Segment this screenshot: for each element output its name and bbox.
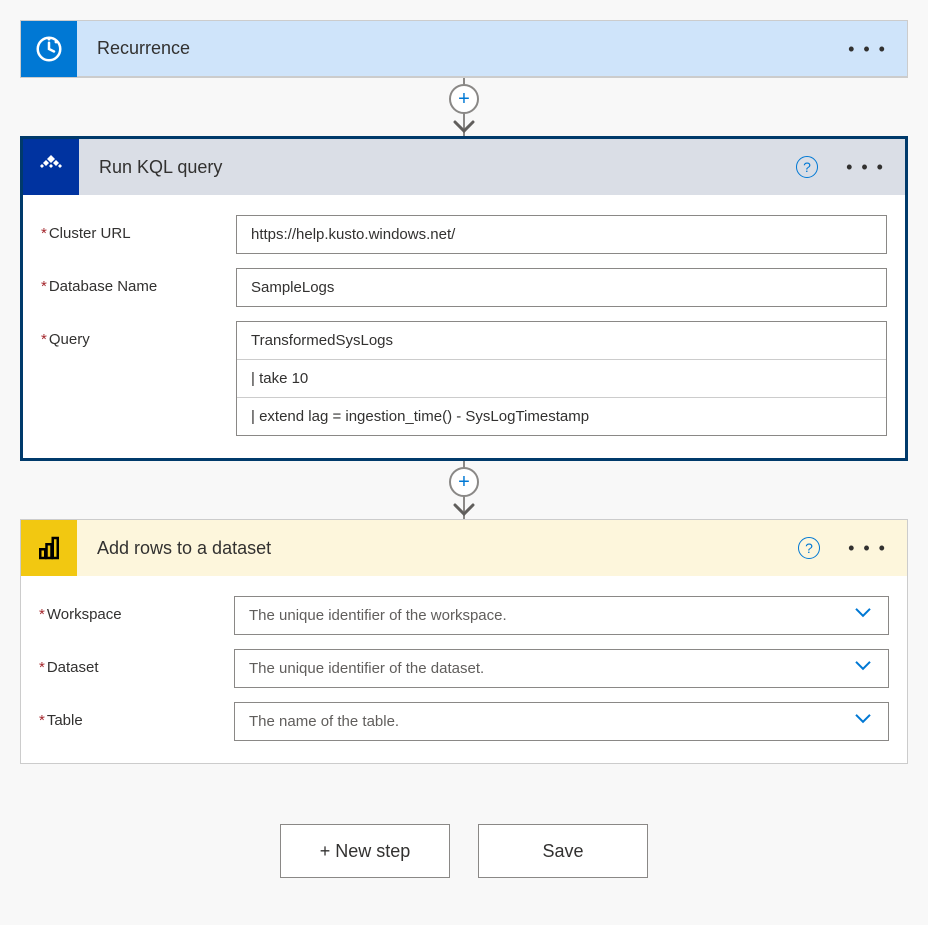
recurrence-icon (21, 21, 77, 77)
field-label: *Dataset (39, 649, 234, 676)
label-text: Query (49, 331, 90, 348)
field-table: *Table The name of the table. (39, 702, 889, 741)
field-cluster-url: *Cluster URL (41, 215, 887, 254)
more-icon[interactable]: • • • (838, 158, 905, 176)
step-powerbi-card: Add rows to a dataset ? • • • *Workspace… (20, 519, 908, 764)
dataset-select[interactable]: The unique identifier of the dataset. (234, 649, 889, 688)
step-kql-header[interactable]: Run KQL query ? • • • (23, 139, 905, 195)
query-line: | take 10 (237, 359, 886, 397)
label-text: Workspace (47, 606, 122, 623)
field-dataset: *Dataset The unique identifier of the da… (39, 649, 889, 688)
chevron-down-icon (854, 658, 872, 675)
new-step-button[interactable]: + New step (280, 824, 450, 878)
powerbi-icon (21, 520, 77, 576)
select-placeholder: The name of the table. (249, 713, 399, 730)
more-icon[interactable]: • • • (840, 539, 907, 557)
kusto-icon (23, 139, 79, 195)
more-icon[interactable]: • • • (840, 40, 907, 58)
step-powerbi-header[interactable]: Add rows to a dataset ? • • • (21, 520, 907, 576)
footer-buttons: + New step Save (20, 824, 908, 878)
step-recurrence-header[interactable]: Recurrence • • • (21, 21, 907, 77)
step-recurrence-title: Recurrence (77, 38, 840, 59)
chevron-down-icon (854, 605, 872, 622)
database-name-input[interactable] (236, 268, 887, 307)
cluster-url-input[interactable] (236, 215, 887, 254)
label-text: Table (47, 712, 83, 729)
field-query: *Query TransformedSysLogs | take 10 | ex… (41, 321, 887, 436)
query-input[interactable]: TransformedSysLogs | take 10 | extend la… (236, 321, 887, 436)
field-database-name: *Database Name (41, 268, 887, 307)
help-icon[interactable]: ? (796, 156, 818, 178)
label-text: Database Name (49, 278, 157, 295)
field-label: *Database Name (41, 268, 236, 295)
table-select[interactable]: The name of the table. (234, 702, 889, 741)
save-button[interactable]: Save (478, 824, 648, 878)
step-powerbi-title: Add rows to a dataset (77, 538, 798, 559)
arrow-down-icon (453, 503, 475, 521)
query-line: | extend lag = ingestion_time() - SysLog… (237, 397, 886, 435)
step-powerbi-body: *Workspace The unique identifier of the … (21, 576, 907, 763)
select-placeholder: The unique identifier of the dataset. (249, 660, 484, 677)
label-text: Cluster URL (49, 225, 131, 242)
step-kql-title: Run KQL query (79, 157, 796, 178)
add-step-button[interactable]: + (449, 84, 479, 114)
field-label: *Table (39, 702, 234, 729)
step-kql-body: *Cluster URL *Database Name *Query Trans… (23, 195, 905, 458)
select-placeholder: The unique identifier of the workspace. (249, 607, 507, 624)
field-label: *Workspace (39, 596, 234, 623)
step-recurrence-card: Recurrence • • • (20, 20, 908, 78)
help-icon[interactable]: ? (798, 537, 820, 559)
step-kql-card: Run KQL query ? • • • *Cluster URL *Data… (20, 136, 908, 461)
connector: + (20, 78, 908, 136)
add-step-button[interactable]: + (449, 467, 479, 497)
field-label: *Cluster URL (41, 215, 236, 242)
field-label: *Query (41, 321, 236, 348)
label-text: Dataset (47, 659, 99, 676)
connector: + (20, 461, 908, 519)
chevron-down-icon (854, 711, 872, 728)
arrow-down-icon (453, 120, 475, 138)
query-line: TransformedSysLogs (237, 322, 886, 359)
workspace-select[interactable]: The unique identifier of the workspace. (234, 596, 889, 635)
field-workspace: *Workspace The unique identifier of the … (39, 596, 889, 635)
